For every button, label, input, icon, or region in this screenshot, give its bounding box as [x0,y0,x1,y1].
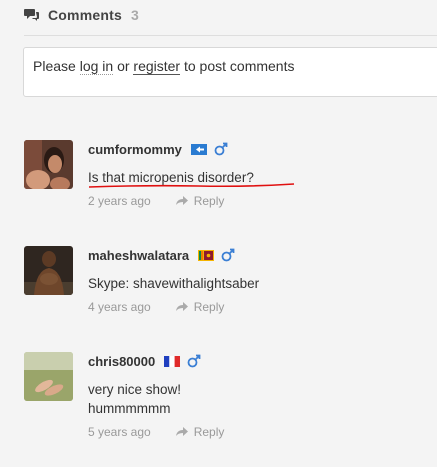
login-prompt-middle: or [117,58,130,74]
sri-lanka-flag-icon [198,249,215,261]
username[interactable]: chris80000 [88,354,155,369]
reply-label: Reply [193,300,225,314]
comment-text-line: hummmmmm [88,401,171,416]
comment-header: cumformommy [88,140,437,158]
login-prompt-box: Please log in or register to post commen… [23,47,437,97]
comment-time: 5 years ago [88,425,151,439]
comments-count: 3 [130,7,139,23]
comment-meta: 4 years ago Reply [88,300,437,314]
male-icon [221,248,235,262]
username[interactable]: maheshwalatara [88,248,189,263]
male-icon [214,142,228,156]
login-prompt-suffix: to post comments [183,58,295,74]
comment-body: cumformommy Is that micropenis disorder?… [88,140,437,208]
comment-text: very nice show! hummmmmm [88,380,437,418]
comments-section: Comments 3 Please log in or register to … [0,0,437,467]
reply-label: Reply [193,194,225,208]
avatar[interactable] [24,140,73,189]
reply-arrow-icon [175,196,188,205]
comment-body: chris80000 very nice show! hummmmmm 5 ye… [88,352,437,440]
login-link[interactable]: log in [79,58,114,75]
comment-text: Skype: shavewithalightsaber [88,276,260,291]
reply-arrow-icon [175,427,188,436]
comment-meta: 5 years ago Reply [88,425,437,439]
avatar[interactable] [24,352,73,401]
comment-meta: 2 years ago Reply [88,194,437,208]
comment-text-line: very nice show! [88,382,182,397]
comment-header: maheshwalatara [88,246,437,264]
reply-button[interactable]: Reply [175,194,225,208]
france-flag-icon [164,355,181,367]
comments-title: Comments [48,7,122,23]
reply-button[interactable]: Reply [175,300,225,314]
avatar[interactable] [24,246,73,295]
reply-button[interactable]: Reply [175,425,225,439]
divider [24,35,437,36]
comment-item: chris80000 very nice show! hummmmmm 5 ye… [24,352,437,452]
blue-flag-icon [190,143,207,155]
comments-header: Comments 3 [24,5,139,25]
username[interactable]: cumformommy [88,142,182,157]
male-icon [187,354,201,368]
comment-time: 4 years ago [88,300,151,314]
comment-item: cumformommy Is that micropenis disorder?… [24,140,437,220]
reply-arrow-icon [175,302,188,311]
login-prompt-prefix: Please [33,58,76,74]
speech-bubbles-icon [24,9,39,21]
comment-body: maheshwalatara Skype: shavewithalightsab… [88,246,437,315]
register-link[interactable]: register [133,58,181,75]
reply-label: Reply [193,425,225,439]
comment-time: 2 years ago [88,194,151,208]
comment-item: maheshwalatara Skype: shavewithalightsab… [24,246,437,326]
comment-header: chris80000 [88,352,437,370]
red-underline-annotation [88,183,295,188]
